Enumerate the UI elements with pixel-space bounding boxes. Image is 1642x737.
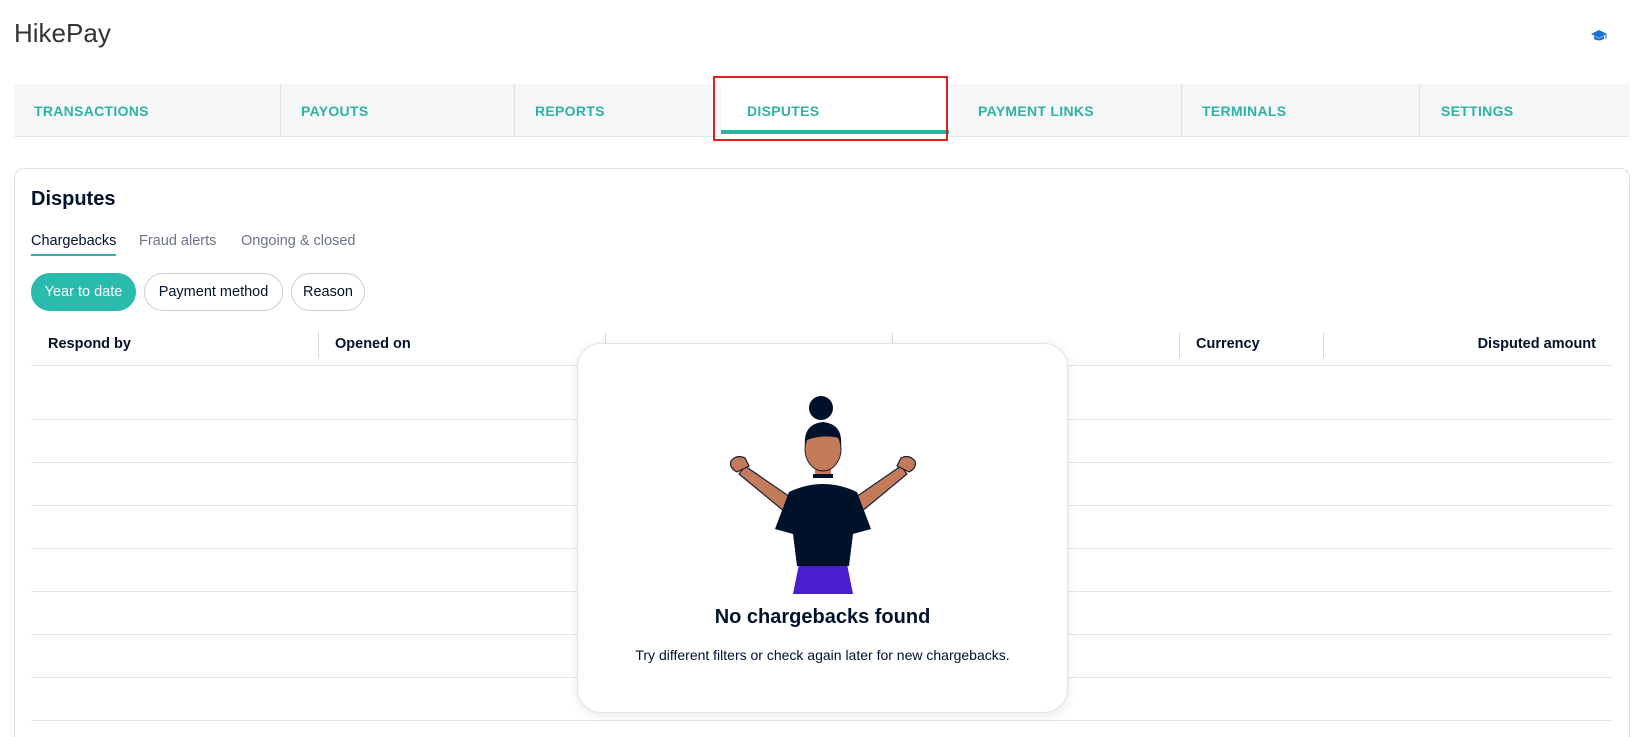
shrug-person-illustration — [730, 396, 916, 594]
filter-year-to-date[interactable]: Year to date — [31, 273, 136, 311]
column-disputed-amount[interactable]: Disputed amount — [1478, 322, 1596, 365]
active-tab-indicator — [721, 130, 949, 134]
table-row — [31, 720, 1613, 721]
column-currency[interactable]: Currency — [1196, 322, 1260, 365]
tab-payouts[interactable]: PAYOUTS — [281, 84, 514, 137]
tab-terminals[interactable]: TERMINALS — [1182, 84, 1419, 137]
tab-label: TERMINALS — [1202, 102, 1287, 119]
tab-label: REPORTS — [535, 102, 605, 119]
column-opened-on[interactable]: Opened on — [335, 322, 411, 365]
tab-payment-links[interactable]: PAYMENT LINKS — [949, 84, 1181, 137]
app-title: HikePay — [14, 18, 111, 48]
subtab-ongoing-closed[interactable]: Ongoing & closed — [241, 233, 355, 249]
empty-state-text: Try different filters or check again lat… — [635, 647, 1010, 663]
column-divider — [1179, 332, 1180, 358]
tab-label: SETTINGS — [1441, 102, 1514, 119]
tab-label: TRANSACTIONS — [34, 102, 149, 119]
empty-state-title: No chargebacks found — [714, 606, 931, 628]
main-nav: TRANSACTIONS PAYOUTS REPORTS DISPUTES PA… — [14, 84, 1630, 137]
page-title: Disputes — [31, 188, 116, 210]
tab-label: PAYOUTS — [301, 102, 369, 119]
column-divider — [318, 332, 319, 358]
subtab-fraud-alerts[interactable]: Fraud alerts — [139, 233, 216, 249]
column-divider — [1323, 332, 1324, 358]
filter-payment-method[interactable]: Payment method — [144, 273, 283, 311]
filter-reason[interactable]: Reason — [291, 273, 365, 311]
graduation-cap-icon[interactable] — [1590, 29, 1608, 43]
tab-disputes[interactable]: DISPUTES — [721, 84, 949, 137]
column-respond-by[interactable]: Respond by — [48, 322, 131, 365]
tab-transactions[interactable]: TRANSACTIONS — [14, 84, 280, 137]
tab-label: PAYMENT LINKS — [978, 102, 1094, 119]
tab-settings[interactable]: SETTINGS — [1420, 84, 1630, 137]
tab-reports[interactable]: REPORTS — [515, 84, 736, 137]
subtab-chargebacks[interactable]: Chargebacks — [31, 233, 117, 256]
tab-label: DISPUTES — [747, 102, 820, 119]
empty-state-card: No chargebacks found Try different filte… — [577, 343, 1068, 713]
